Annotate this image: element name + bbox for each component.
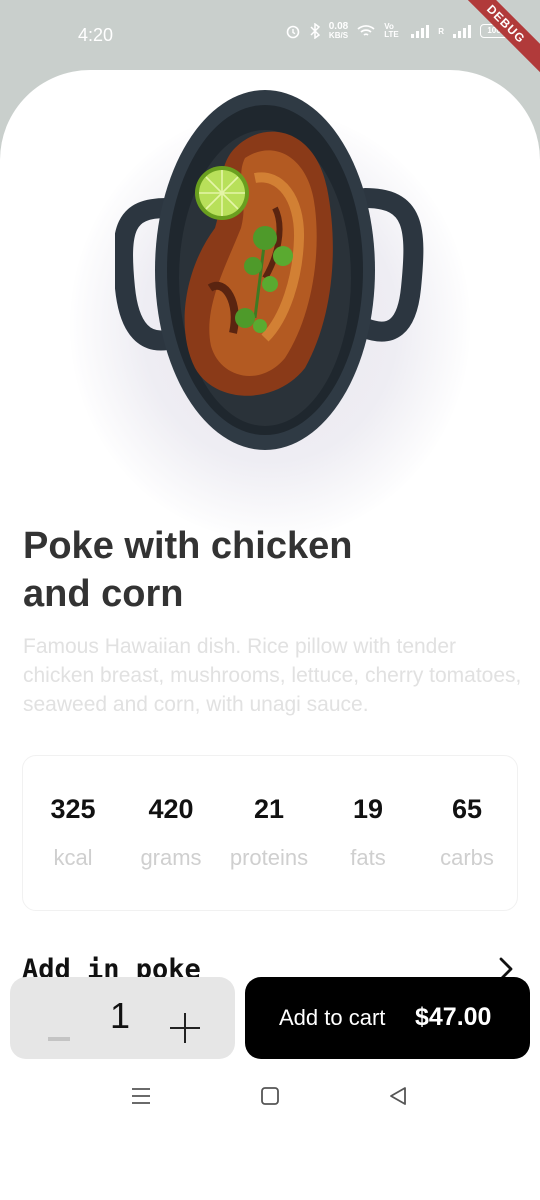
home-square-icon[interactable] (260, 1086, 280, 1106)
system-nav-bar (0, 1072, 540, 1130)
signal-icon (411, 24, 430, 38)
add-to-cart-button[interactable]: Add to cart $47.00 (245, 977, 530, 1059)
nutrition-unit: proteins (229, 845, 309, 870)
nutrition-value: 325 (50, 794, 96, 824)
wifi-icon (357, 25, 375, 36)
nutrition-value: 65 (451, 794, 483, 824)
plus-icon[interactable] (168, 1011, 202, 1045)
nutrition-card: 325 kcal 420 grams 21 proteins 19 fats 6… (22, 755, 518, 911)
back-triangle-icon[interactable] (388, 1086, 408, 1106)
menu-icon[interactable] (131, 1086, 151, 1106)
status-time: 4:20 (78, 25, 114, 45)
sim2-label: R (438, 26, 444, 36)
minus-icon[interactable] (48, 1037, 70, 1041)
nutrition-unit: fats (350, 845, 386, 870)
alarm-icon (286, 25, 300, 39)
bluetooth-icon (310, 23, 320, 39)
quantity-stepper: 1 (10, 977, 235, 1059)
nutrition-proteins: 21 proteins (219, 756, 319, 871)
add-to-cart-label: Add to cart (279, 1005, 386, 1030)
volte-label: Vo LTE (384, 22, 399, 39)
nutrition-grams: 420 grams (121, 756, 221, 871)
network-speed: 0.08 KB/S (328, 21, 349, 41)
nutrition-kcal: 325 kcal (23, 756, 123, 871)
quantity-value: 1 (110, 995, 131, 1036)
signal-2-icon (453, 24, 471, 38)
status-icons: 0.08 KB/S Vo LTE R 100 (285, 21, 511, 41)
nutrition-fats: 19 fats (318, 756, 418, 871)
nutrition-unit: kcal (53, 845, 93, 870)
nutrition-unit: carbs (440, 845, 494, 870)
food-image (115, 90, 424, 450)
debug-banner: DEBUG (449, 0, 540, 81)
nutrition-carbs: 65 carbs (417, 756, 517, 871)
nutrition-value: 19 (352, 794, 384, 824)
status-bar: 4:20 0.08 KB/S Vo LTE R 100 DEBUG (0, 0, 540, 81)
nutrition-value: 420 (148, 794, 194, 824)
product-description: Famous Hawaiian dish. Rice pillow with t… (23, 635, 522, 716)
cart-price: $47.00 (415, 1003, 492, 1031)
product-title: Poke with chicken and corn (23, 525, 353, 615)
nutrition-unit: grams (140, 845, 202, 870)
nutrition-value: 21 (253, 794, 285, 824)
